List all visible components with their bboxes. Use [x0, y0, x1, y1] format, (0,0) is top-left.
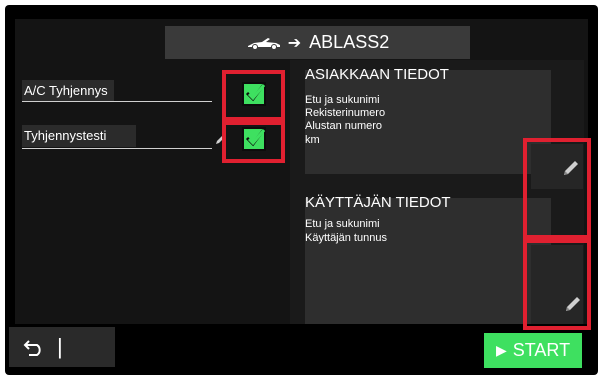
- checkmark-icon: [245, 129, 266, 147]
- undo-back-icon[interactable]: [23, 337, 45, 357]
- user-info-heading: KÄYTTÄJÄN TIEDOT: [305, 194, 451, 211]
- checkbox-tyhjennystesti[interactable]: [242, 127, 266, 151]
- customer-info-panel: ASIAKKAAN TIEDOT Etu ja sukunimi Rekiste…: [305, 66, 551, 174]
- start-label: START: [512, 340, 571, 360]
- arrow-right-icon: ➔: [287, 34, 302, 52]
- checkbox-ac-tyhjennys[interactable]: [242, 82, 266, 106]
- car-convertible-icon: [247, 37, 280, 50]
- user-id-label: Käyttäjän tunnus: [305, 232, 387, 244]
- pencil-icon: [566, 297, 580, 311]
- user-name-label: Etu ja sukunimi: [305, 218, 380, 230]
- registration-label: Rekisterinumero: [305, 107, 386, 119]
- start-button[interactable]: ▶ START: [484, 333, 582, 368]
- customer-name-label: Etu ja sukunimi: [305, 94, 380, 106]
- edit-customer-button[interactable]: [531, 144, 583, 189]
- option-label: A/C Tyhjennys: [22, 80, 114, 102]
- title-bar: ➔ ABLASS2: [165, 26, 470, 59]
- page-title: ABLASS2: [309, 32, 390, 52]
- divider: [22, 148, 212, 149]
- edit-user-button[interactable]: [531, 245, 583, 324]
- bottom-toolbar: |: [9, 327, 115, 367]
- play-triangle-icon: ▶: [495, 342, 507, 358]
- km-label: km: [305, 134, 320, 146]
- divider: [22, 101, 212, 102]
- checkmark-icon: [245, 84, 266, 102]
- chassis-label: Alustan numero: [305, 120, 383, 132]
- option-label: Tyhjennystesti: [22, 125, 137, 147]
- user-info-panel: KÄYTTÄJÄN TIEDOT Etu ja sukunimi Käyttäj…: [305, 194, 551, 324]
- pencil-icon: [564, 161, 578, 175]
- toolbar-separator: |: [57, 334, 63, 359]
- customer-info-heading: ASIAKKAAN TIEDOT: [305, 66, 449, 83]
